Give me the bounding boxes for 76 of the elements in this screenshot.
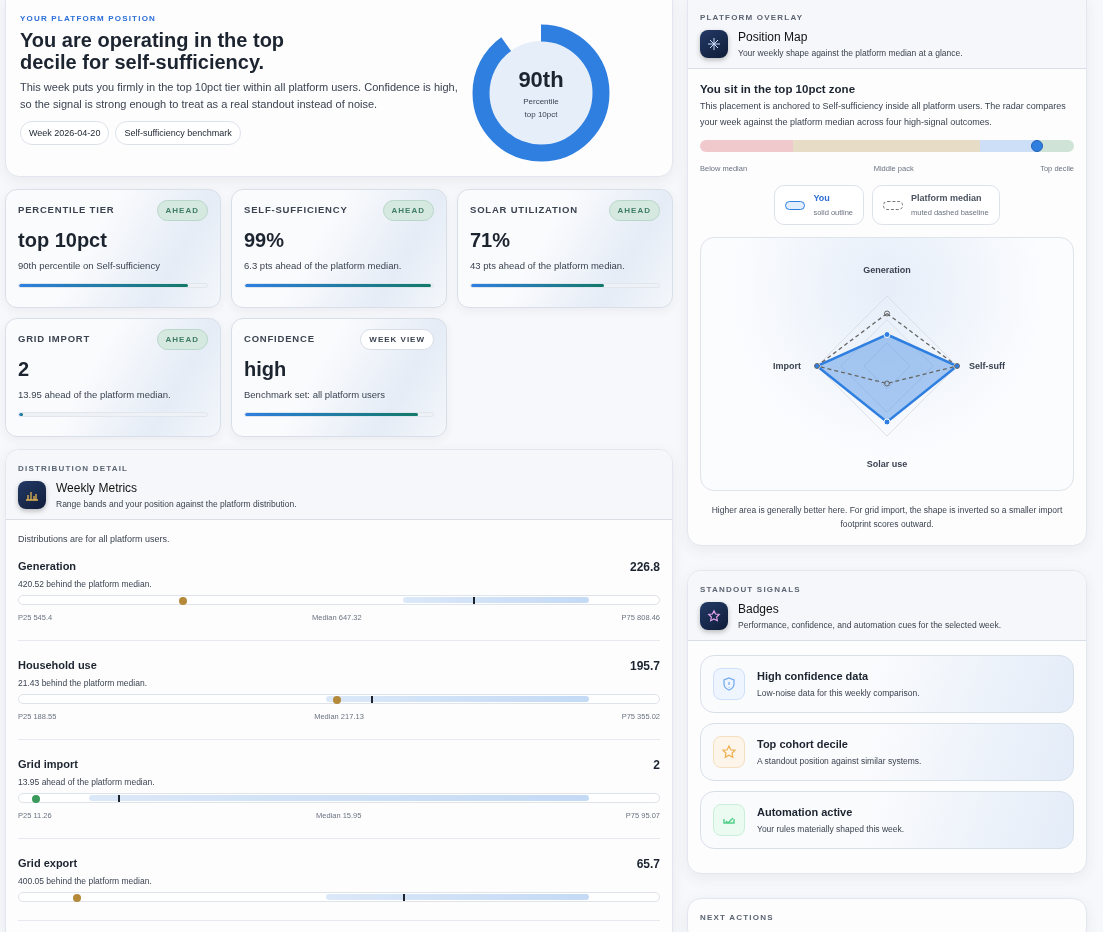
metric-value: high xyxy=(244,358,288,381)
median-delta: 21.43 behind the platform median. xyxy=(18,678,148,688)
metric-value: 226.8 xyxy=(629,560,660,574)
view-tag: WEEK VIEW xyxy=(360,329,434,350)
metric-label: SELF-SUFFICIENCY xyxy=(244,204,348,215)
section-eyebrow: NEXT ACTIONS xyxy=(700,913,775,922)
median-tick xyxy=(371,696,373,703)
info-chip: Week 2026-04-20 xyxy=(20,121,110,145)
badge-title: High confidence data xyxy=(757,670,870,682)
section-eyebrow: PLATFORM OVERLAY xyxy=(700,13,805,22)
metric-label: CONFIDENCE xyxy=(244,333,315,344)
metric-note: 13.95 ahead of the platform median. xyxy=(18,389,172,400)
metric-value: 71% xyxy=(470,229,512,252)
metric-note: 90th percentile on Self-sufficiency xyxy=(18,260,161,271)
tier-label: top 10pct xyxy=(524,110,558,119)
card-title: Position Map xyxy=(738,30,809,44)
median-tick xyxy=(403,894,405,901)
zone-description: This placement is anchored to Self-sufficiency inside all platform users. The radar compares your week against the platform median across four high-signal outcomes. xyxy=(700,100,1067,129)
axis-label: Import xyxy=(773,361,801,371)
hero-eyebrow: YOUR PLATFORM POSITION xyxy=(20,14,158,23)
info-chip: Self-sufficiency benchmark xyxy=(115,121,241,145)
metric-name: Grid export xyxy=(18,857,78,871)
badge-title: Top cohort decile xyxy=(757,738,849,750)
legend-title: You xyxy=(813,193,831,203)
check-icon xyxy=(713,804,745,836)
metric-value: 99% xyxy=(244,229,286,252)
median-delta: 400.05 behind the platform median. xyxy=(18,876,153,886)
metric-name: Grid import xyxy=(18,758,78,772)
median-delta: 420.52 behind the platform median. xyxy=(18,579,153,589)
card-subtitle: Your weekly shape against the platform median at a glance. xyxy=(738,48,963,58)
shield-icon xyxy=(713,668,745,700)
median-tick xyxy=(118,795,120,802)
metric-label: PERCENTILE TIER xyxy=(18,204,115,215)
hero-description: This week puts you firmly in the top 10pct tier within all platform users. Confidence is high, so the signal is strong enough to treat as a real standout instead of noise. xyxy=(20,80,459,112)
distribution-note: Distributions are for all platform users. xyxy=(18,534,171,544)
percentile-caption: Percentile xyxy=(523,97,559,106)
sparkle-icon xyxy=(700,30,728,58)
badge-text: Low-noise data for this weekly comparison. xyxy=(757,688,920,698)
hero-title: You are operating in the top decile for self-sufficiency. xyxy=(20,29,286,73)
axis-label: Solar use xyxy=(866,459,908,469)
metric-name: Generation xyxy=(18,560,77,574)
badge-text: Your rules materially shaped this week. xyxy=(757,824,905,834)
badge-title: Automation active xyxy=(757,806,854,818)
metric-note: 6.3 pts ahead of the platform median. xyxy=(244,260,403,271)
axis-label: Generation xyxy=(863,265,911,275)
metric-name: Household use xyxy=(18,659,97,673)
median-delta: 13.95 ahead of the platform median. xyxy=(18,777,156,787)
percentile-value: 90th xyxy=(518,67,564,93)
star-icon xyxy=(700,602,728,630)
radar-footnote: Higher area is generally better here. For grid import, the shape is inverted so a smaller import footprint scores outward. xyxy=(710,504,1064,531)
section-eyebrow: DISTRIBUTION DETAIL xyxy=(18,464,130,473)
median-tick xyxy=(473,597,475,604)
metric-note: 43 pts ahead of the platform median. xyxy=(470,260,626,271)
bar-chart-icon xyxy=(18,481,46,509)
section-eyebrow: STANDOUT SIGNALS xyxy=(700,585,802,594)
card-subtitle: Performance, confidence, and automation cues for the selected week. xyxy=(738,620,1002,630)
status-tag: AHEAD xyxy=(608,200,660,221)
metric-value: 2 xyxy=(18,358,31,381)
badge-text: A standout position against similar systems. xyxy=(757,756,922,766)
zone-title: You sit in the top 10pct zone xyxy=(700,83,857,95)
axis-label: Self-suff xyxy=(969,361,1005,371)
metric-note: Benchmark set: all platform users xyxy=(244,389,386,400)
metric-label: SOLAR UTILIZATION xyxy=(470,204,578,215)
metric-value: 2 xyxy=(653,758,660,772)
card-title: Weekly Metrics xyxy=(56,481,139,495)
metric-value: top 10pct xyxy=(18,229,108,252)
status-tag: AHEAD xyxy=(156,329,208,350)
status-tag: AHEAD xyxy=(382,200,434,221)
metric-label: GRID IMPORT xyxy=(18,333,91,344)
metric-value: 65.7 xyxy=(636,857,660,871)
card-title: Badges xyxy=(738,602,780,616)
legend-title: Platform median xyxy=(911,193,983,203)
status-tag: AHEAD xyxy=(156,200,208,221)
solid-swatch-icon xyxy=(785,200,806,210)
metric-value: 195.7 xyxy=(629,659,660,673)
card-subtitle: Range bands and your position against the platform distribution. xyxy=(56,499,297,509)
